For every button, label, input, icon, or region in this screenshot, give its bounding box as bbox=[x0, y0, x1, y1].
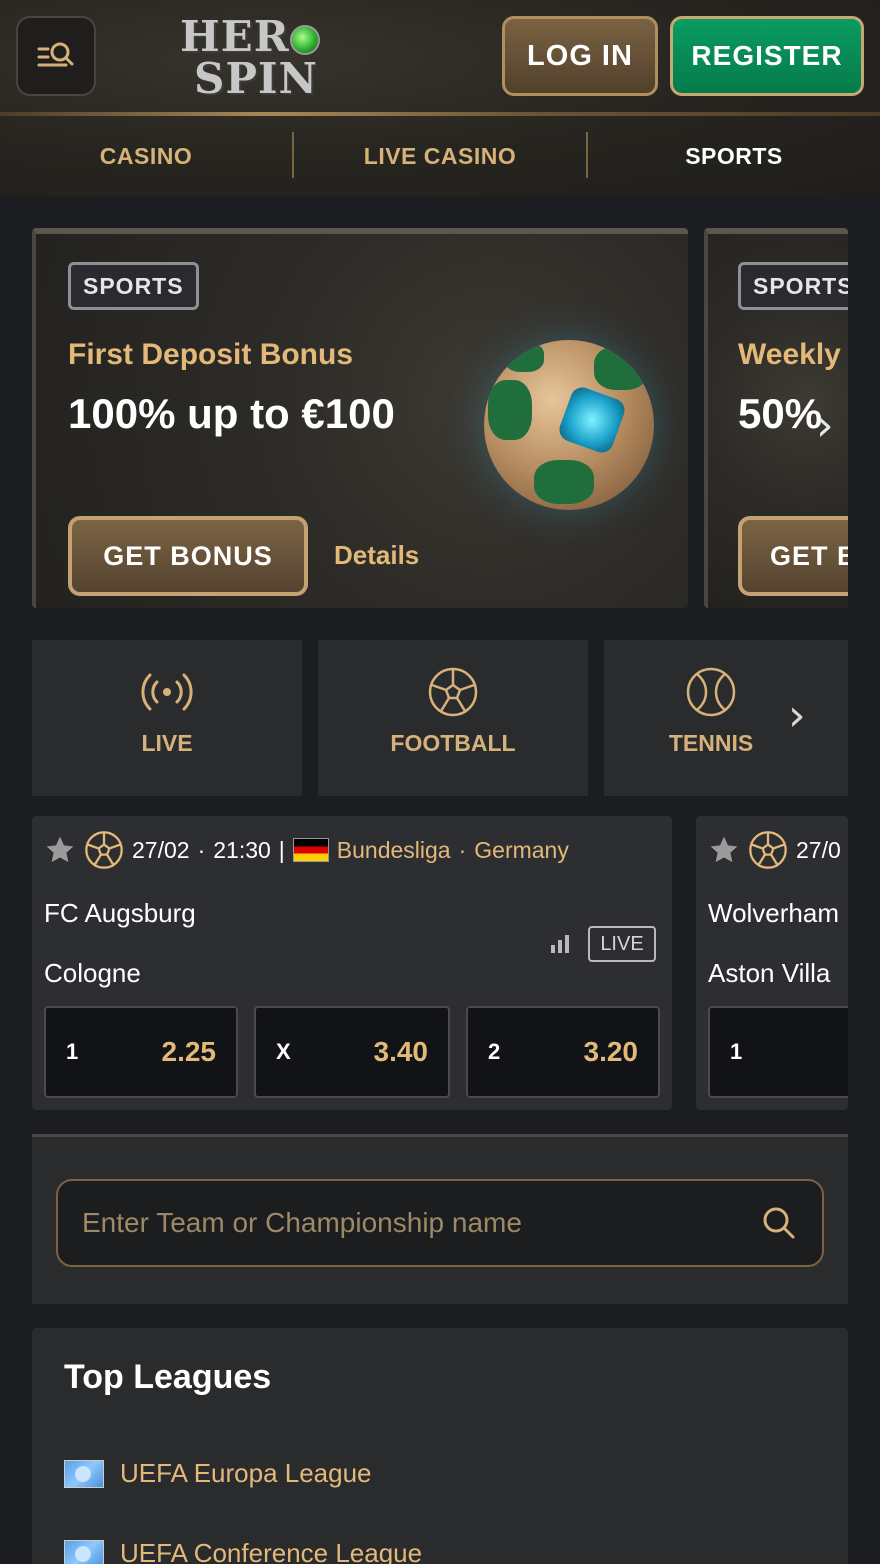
match-league[interactable]: Bundesliga bbox=[337, 837, 451, 864]
search-box[interactable] bbox=[56, 1179, 824, 1267]
germany-flag-icon bbox=[292, 838, 329, 862]
football-icon bbox=[428, 667, 478, 717]
home-team: Wolverham bbox=[708, 898, 840, 928]
details-link[interactable]: Details bbox=[334, 540, 419, 571]
category-label: TENNIS bbox=[668, 730, 754, 756]
promo-subtitle: Weekly bbox=[738, 338, 841, 371]
category-label: FOOTBALL bbox=[390, 730, 516, 756]
league-label: UEFA Conference League bbox=[120, 1538, 423, 1564]
odd-button-home[interactable]: 1 4. bbox=[708, 1006, 848, 1098]
away-team: Aston Villa bbox=[708, 958, 831, 988]
search-panel bbox=[32, 1134, 848, 1304]
category-football[interactable]: FOOTBALL bbox=[318, 640, 588, 796]
get-bonus-button[interactable]: GET B bbox=[738, 516, 848, 596]
odd-key: 1 bbox=[730, 1039, 743, 1064]
league-item-conference[interactable]: UEFA Conference League bbox=[64, 1538, 422, 1564]
odd-button-away[interactable]: 2 3.20 bbox=[466, 1006, 660, 1098]
pipe-separator: | bbox=[278, 836, 285, 863]
football-icon bbox=[749, 831, 787, 869]
nav-live-casino[interactable]: LIVE CASINO bbox=[294, 116, 586, 196]
home-team: FC Augsburg bbox=[44, 898, 196, 928]
promo-title: 100% up to €100 bbox=[68, 390, 395, 437]
odd-key: X bbox=[276, 1039, 291, 1064]
category-live[interactable]: LIVE bbox=[32, 640, 302, 796]
odd-value: 3.20 bbox=[583, 1036, 639, 1067]
odd-key: 1 bbox=[66, 1039, 79, 1064]
dot-separator: · bbox=[197, 836, 206, 863]
favorite-star-icon[interactable] bbox=[708, 834, 740, 866]
logo-line-2: SPIN bbox=[194, 54, 318, 103]
live-badge: LIVE bbox=[588, 926, 656, 962]
away-team: Cologne bbox=[44, 958, 141, 988]
world-flag-icon bbox=[64, 1539, 104, 1564]
hero-spin-logo[interactable]: HER SPIN bbox=[180, 16, 330, 108]
dot-separator: · bbox=[458, 836, 467, 863]
live-broadcast-icon bbox=[141, 673, 193, 711]
top-leagues-panel: Top Leagues UEFA Europa League UEFA Conf… bbox=[32, 1328, 848, 1564]
promo-card-first-deposit[interactable]: SPORTS First Deposit Bonus 100% up to €1… bbox=[32, 228, 688, 608]
favorite-star-icon[interactable] bbox=[44, 834, 76, 866]
match-time: 21:30 bbox=[213, 836, 271, 863]
search-icon[interactable] bbox=[762, 1206, 796, 1240]
match-card[interactable]: 27/0 Wolverham Aston Villa 1 4. bbox=[696, 816, 848, 1110]
top-leagues-title: Top Leagues bbox=[64, 1358, 272, 1396]
promo-subtitle: First Deposit Bonus bbox=[68, 338, 354, 371]
menu-search-icon bbox=[37, 42, 74, 67]
league-label: UEFA Europa League bbox=[120, 1458, 372, 1488]
categories-next-icon[interactable]: › bbox=[788, 694, 806, 738]
promo-tag: SPORTS bbox=[738, 262, 848, 310]
category-label: LIVE bbox=[141, 730, 193, 756]
login-button[interactable]: LOG IN bbox=[502, 16, 658, 96]
search-input[interactable] bbox=[58, 1181, 762, 1265]
match-date: 27/02 bbox=[132, 836, 190, 863]
promo-title: 50% bbox=[738, 390, 823, 437]
match-card[interactable]: 27/02 · 21:30 | Bundesliga · Germany FC … bbox=[32, 816, 672, 1110]
tennis-ball-icon bbox=[686, 667, 736, 717]
menu-search-button[interactable] bbox=[16, 16, 96, 96]
match-meta: 27/02 · 21:30 | Bundesliga · Germany bbox=[44, 830, 569, 870]
odd-button-home[interactable]: 1 2.25 bbox=[44, 1006, 238, 1098]
promo-card-weekly[interactable]: SPORTS Weekly 50% › GET B bbox=[704, 228, 848, 608]
match-country[interactable]: Germany bbox=[474, 837, 569, 864]
world-flag-icon bbox=[64, 1459, 104, 1488]
odd-key: 2 bbox=[488, 1039, 501, 1064]
site-header: HER SPIN LOG IN REGISTER CASINO LIVE CAS… bbox=[0, 0, 880, 196]
football-illustration bbox=[484, 340, 654, 510]
nav-casino[interactable]: CASINO bbox=[0, 116, 292, 196]
stats-bars-icon[interactable] bbox=[550, 932, 572, 954]
match-date: 27/0 bbox=[796, 836, 841, 863]
promo-tag: SPORTS bbox=[68, 262, 199, 310]
odd-value: 3.40 bbox=[373, 1036, 429, 1067]
carousel-next-icon[interactable]: › bbox=[816, 404, 834, 448]
get-bonus-button[interactable]: GET BONUS bbox=[68, 516, 308, 596]
main-nav: CASINO LIVE CASINO SPORTS bbox=[0, 116, 880, 196]
league-item-europa[interactable]: UEFA Europa League bbox=[64, 1458, 372, 1489]
match-meta: 27/0 bbox=[708, 830, 841, 870]
football-icon bbox=[85, 831, 123, 869]
logo-gem-icon bbox=[289, 25, 320, 55]
register-button[interactable]: REGISTER bbox=[670, 16, 864, 96]
odd-button-draw[interactable]: X 3.40 bbox=[254, 1006, 450, 1098]
category-tennis[interactable]: TENNIS bbox=[604, 640, 848, 796]
nav-sports[interactable]: SPORTS bbox=[588, 116, 880, 196]
odd-value: 2.25 bbox=[161, 1036, 217, 1067]
